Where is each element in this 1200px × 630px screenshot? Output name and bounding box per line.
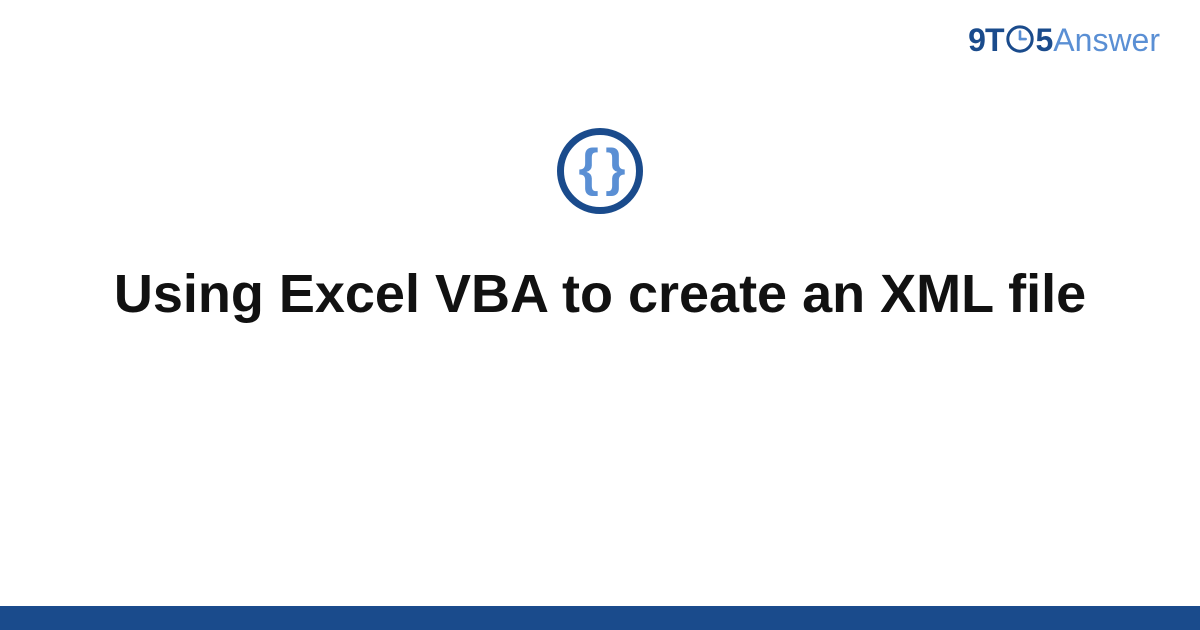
brand-part-5: 5 [1036, 22, 1054, 59]
code-braces-icon: { } [557, 128, 643, 214]
footer-bar [0, 606, 1200, 630]
main-content: { } Using Excel VBA to create an XML fil… [0, 128, 1200, 328]
site-brand: 9T 5 Answer [968, 22, 1160, 59]
brand-part-answer: Answer [1053, 22, 1160, 59]
page-title: Using Excel VBA to create an XML file [74, 262, 1126, 328]
brand-part-9t: 9T [968, 22, 1003, 59]
clock-icon [1005, 24, 1035, 54]
braces-glyph: { } [579, 142, 622, 194]
